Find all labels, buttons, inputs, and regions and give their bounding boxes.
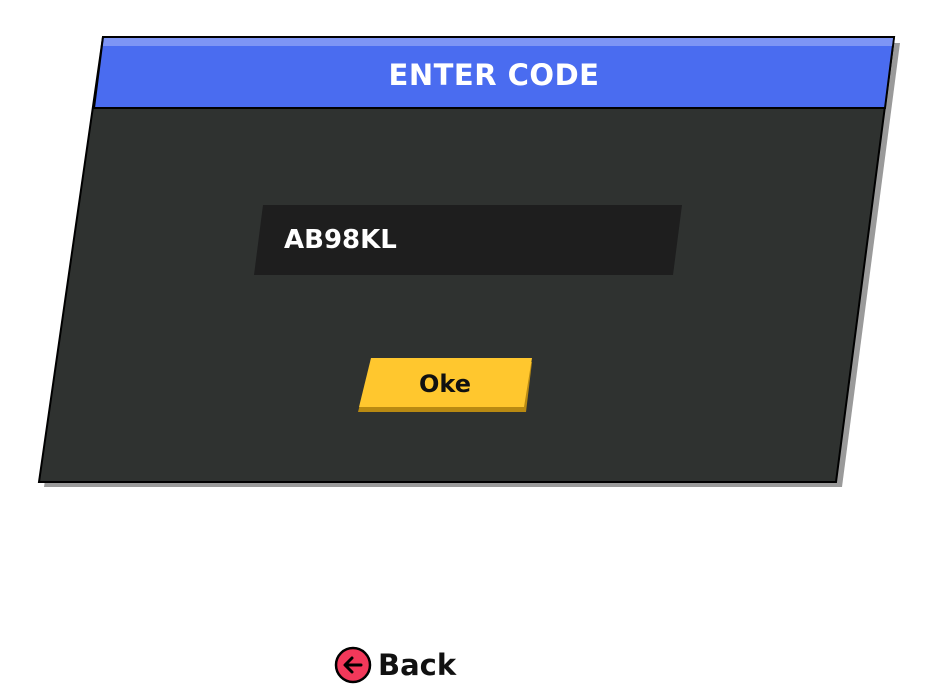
code-input-value: AB98KL — [284, 225, 397, 255]
ok-button-label: Oke — [419, 370, 471, 398]
ok-button[interactable]: Oke — [358, 358, 532, 412]
enter-code-screen: ENTER CODE AB98KL Oke Back — [0, 0, 941, 689]
arrow-left-circle-icon — [334, 646, 372, 684]
back-button[interactable]: Back — [334, 644, 456, 686]
back-button-label: Back — [378, 648, 457, 682]
dialog-title: ENTER CODE — [388, 58, 600, 92]
